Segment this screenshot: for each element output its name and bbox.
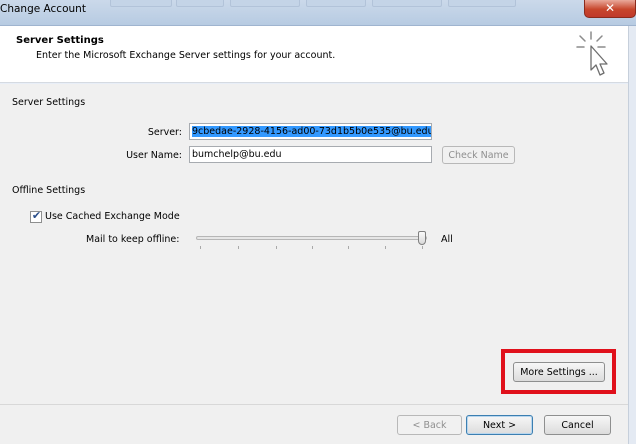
- mail-offline-slider-thumb[interactable]: [418, 231, 426, 245]
- next-button[interactable]: Next >: [466, 415, 533, 435]
- close-button[interactable]: ✕: [584, 0, 636, 18]
- mail-offline-slider-track[interactable]: [196, 236, 427, 240]
- footer-divider: [0, 404, 628, 405]
- close-icon: ✕: [604, 1, 616, 15]
- annotation-highlight-box: [501, 349, 616, 394]
- username-input[interactable]: bumchelp@bu.edu: [189, 146, 432, 163]
- server-input-value: ​9cbedae-2928-4156-ad00-73d1b5b0e535@bu.…: [192, 126, 432, 137]
- header-title: Server Settings: [16, 35, 104, 46]
- window-edge: [628, 26, 636, 444]
- server-settings-section-label: Server Settings: [12, 97, 86, 108]
- background-tab: [176, 0, 224, 7]
- mail-offline-value: All: [441, 234, 453, 245]
- username-input-value: bumchelp@bu.edu: [192, 149, 282, 160]
- back-button[interactable]: < Back: [397, 415, 462, 435]
- background-tab: [448, 0, 516, 7]
- slider-tick: [422, 246, 423, 249]
- title-bar: Change Account ✕: [0, 0, 636, 26]
- cancel-button[interactable]: Cancel: [544, 415, 611, 435]
- background-tab: [306, 0, 366, 7]
- checkmark-icon: ✔: [31, 209, 42, 222]
- cached-mode-label: Use Cached Exchange Mode: [45, 211, 180, 222]
- mail-offline-label: Mail to keep offline:: [86, 234, 180, 245]
- wand-cursor-icon: [576, 31, 608, 76]
- cached-mode-checkbox[interactable]: ✔: [30, 209, 42, 223]
- background-window-tabs: [110, 0, 580, 8]
- dialog-header: Server Settings Enter the Microsoft Exch…: [0, 26, 628, 83]
- username-label: User Name:: [126, 150, 182, 161]
- slider-tick: [385, 246, 386, 249]
- background-tab: [230, 0, 300, 7]
- header-subtitle: Enter the Microsoft Exchange Server sett…: [36, 50, 336, 61]
- slider-tick: [312, 246, 313, 249]
- window-title: Change Account: [0, 3, 86, 15]
- background-tab: [372, 0, 442, 7]
- offline-settings-section-label: Offline Settings: [12, 185, 86, 196]
- slider-tick: [200, 246, 201, 249]
- slider-tick: [238, 246, 239, 249]
- server-label: Server:: [147, 127, 182, 138]
- slider-tick: [348, 246, 349, 249]
- server-input[interactable]: ​9cbedae-2928-4156-ad00-73d1b5b0e535@bu.…: [189, 123, 432, 140]
- background-tab: [110, 0, 172, 7]
- check-name-button[interactable]: Check Name: [442, 146, 515, 164]
- slider-tick: [276, 246, 277, 249]
